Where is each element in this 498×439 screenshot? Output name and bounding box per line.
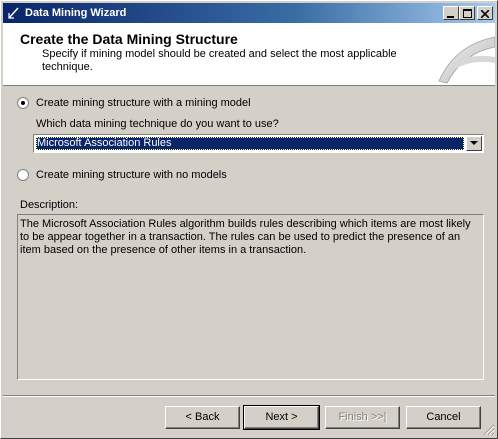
minimize-button[interactable] <box>443 6 459 20</box>
minimize-icon <box>447 16 454 18</box>
chevron-down-icon <box>470 141 478 145</box>
wizard-header: Create the Data Mining Structure Specify… <box>3 23 495 86</box>
mining-pick-icon <box>438 36 495 84</box>
title-bar[interactable]: Data Mining Wizard <box>3 3 495 23</box>
description-label: Description: <box>20 199 79 211</box>
with-model-radio[interactable] <box>17 97 29 109</box>
technique-prompt: Which data mining technique do you want … <box>36 118 279 130</box>
back-button[interactable]: < Back <box>165 406 240 429</box>
close-button[interactable] <box>477 6 493 20</box>
no-models-radio[interactable] <box>17 169 29 181</box>
close-icon <box>480 9 490 19</box>
radio-selected-dot <box>21 101 25 105</box>
page-title: Create the Data Mining Structure <box>20 31 238 47</box>
window-title: Data Mining Wizard <box>25 7 127 19</box>
no-models-label[interactable]: Create mining structure with no models <box>36 169 227 181</box>
dropdown-button[interactable] <box>466 136 482 151</box>
maximize-icon <box>462 9 472 18</box>
maximize-button[interactable] <box>459 6 475 20</box>
description-text: The Microsoft Association Rules algorith… <box>20 218 471 256</box>
technique-dropdown[interactable]: Microsoft Association Rules <box>33 134 484 153</box>
wizard-window: Data Mining Wizard Create the Data Minin… <box>0 0 498 439</box>
wizard-icon <box>8 7 19 19</box>
footer-divider <box>3 395 495 397</box>
resize-grip-icon[interactable] <box>483 424 495 436</box>
finish-button[interactable]: Finish >>| <box>325 406 400 429</box>
cancel-button[interactable]: Cancel <box>406 406 481 429</box>
next-button[interactable]: Next > <box>243 405 320 430</box>
with-model-label[interactable]: Create mining structure with a mining mo… <box>36 97 251 109</box>
description-box: The Microsoft Association Rules algorith… <box>17 214 484 380</box>
technique-selected-value: Microsoft Association Rules <box>36 137 464 150</box>
page-subtitle: Specify if mining model should be create… <box>42 48 397 73</box>
